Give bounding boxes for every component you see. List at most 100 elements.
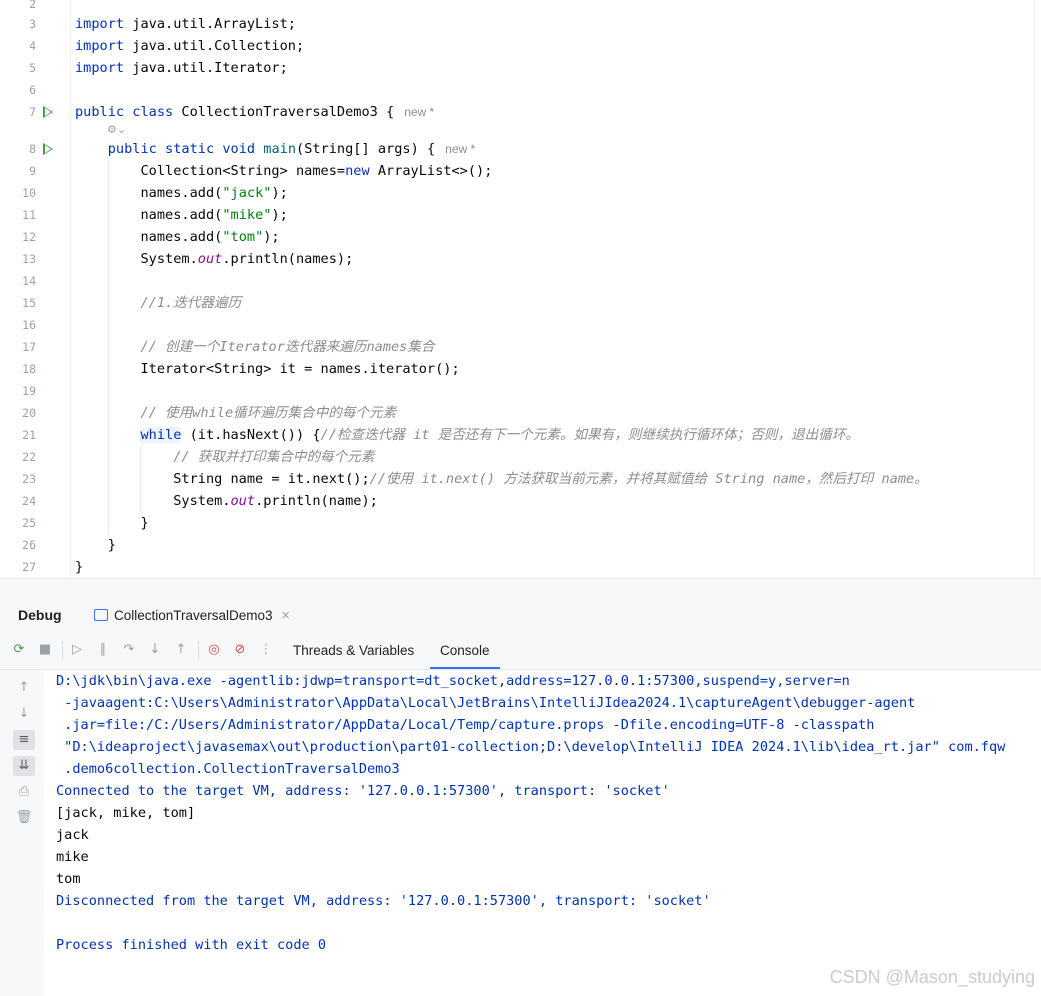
code-line[interactable]: // 获取并打印集合中的每个元素 — [75, 446, 375, 468]
inlay-hint-new: new * — [404, 105, 435, 119]
run-main-icon[interactable] — [43, 143, 53, 155]
rerun-icon[interactable]: ⟳ — [10, 641, 28, 659]
resume-icon[interactable]: ▷ — [68, 641, 86, 659]
right-margin-rule — [1034, 0, 1035, 578]
line-number: 19 — [22, 384, 36, 398]
console-line: .jar=file:/C:/Users/Administrator/AppDat… — [56, 717, 875, 733]
code-line[interactable]: public static void main(String[] args) {… — [75, 138, 475, 160]
debug-tool-window-header: Debug CollectionTraversalDemo3 × — [0, 578, 1041, 633]
code-comment: // 使用while循环遍历集合中的每个元素 — [140, 405, 397, 421]
code-comment: // 创建一个Iterator迭代器来遍历names集合 — [140, 339, 435, 355]
code-comment: //1.迭代器遍历 — [140, 295, 242, 311]
console-output[interactable]: D:\jdk\bin\java.exe -agentlib:jdwp=trans… — [44, 670, 1041, 996]
code-line[interactable]: } — [75, 534, 116, 556]
tab-console[interactable]: Console — [430, 631, 500, 669]
line-number: 20 — [22, 406, 36, 420]
more-icon[interactable]: ⋮ — [257, 641, 275, 659]
close-icon[interactable]: × — [281, 608, 291, 622]
line-number: 13 — [22, 252, 36, 266]
arrow-down-icon[interactable]: ↓ — [13, 704, 35, 724]
inlay-hint-new: new * — [445, 142, 476, 156]
console-line: Disconnected from the target VM, address… — [56, 893, 711, 909]
string-literal: "mike" — [222, 207, 272, 223]
code-line[interactable]: names.add("mike"); — [75, 204, 287, 226]
toolbar-separator — [62, 641, 63, 659]
string-literal: "jack" — [222, 185, 272, 201]
arrow-up-icon[interactable]: ↑ — [13, 678, 35, 698]
console-line: jack — [56, 827, 89, 843]
code-comment: // 获取并打印集合中的每个元素 — [173, 449, 375, 465]
line-number: 23 — [22, 472, 36, 486]
line-number: 26 — [22, 538, 36, 552]
code-line[interactable]: } — [75, 556, 83, 578]
console-line: Connected to the target VM, address: '12… — [56, 783, 670, 799]
code-line[interactable]: names.add("tom"); — [75, 226, 279, 248]
soft-wrap-icon[interactable]: ≡ — [13, 730, 35, 750]
line-number: 27 — [22, 560, 36, 574]
code-line[interactable]: // 创建一个Iterator迭代器来遍历names集合 — [75, 336, 435, 358]
pause-icon[interactable]: ∥ — [94, 641, 112, 659]
line-number: 5 — [29, 61, 36, 75]
line-number: 7 — [29, 105, 36, 119]
stop-icon[interactable]: ■ — [36, 641, 54, 659]
code-line[interactable]: System.out.println(names); — [75, 248, 353, 270]
view-breakpoints-icon[interactable]: ◎ — [205, 641, 223, 659]
line-number: 12 — [22, 230, 36, 244]
debug-session-tab[interactable]: CollectionTraversalDemo3 × — [86, 599, 299, 633]
step-over-icon[interactable]: ↷ — [120, 641, 138, 659]
line-number: 16 — [22, 318, 36, 332]
window-icon — [94, 609, 108, 621]
console-line: .demo6collection.CollectionTraversalDemo… — [56, 761, 400, 777]
line-number: 3 — [29, 17, 36, 31]
code-line[interactable]: //1.迭代器遍历 — [75, 292, 241, 314]
console-line: -javaagent:C:\Users\Administrator\AppDat… — [56, 695, 916, 711]
mute-breakpoints-icon[interactable]: ⊘ — [231, 641, 249, 659]
console-line: Process finished with exit code 0 — [56, 937, 327, 953]
code-line[interactable]: } — [75, 512, 148, 534]
code-line[interactable]: import java.util.Collection; — [75, 35, 304, 57]
line-number: 18 — [22, 362, 36, 376]
watermark: CSDN @Mason_studying — [829, 967, 1035, 987]
line-number: 25 — [22, 516, 36, 530]
code-line[interactable]: while (it.hasNext()) {//检查迭代器 it 是否还有下一个… — [75, 424, 859, 446]
line-number: 8 — [29, 142, 36, 156]
console-line: D:\jdk\bin\java.exe -agentlib:jdwp=trans… — [56, 673, 850, 689]
print-icon[interactable]: ⎙ — [13, 782, 35, 802]
run-class-icon[interactable] — [43, 106, 53, 118]
scroll-to-end-icon[interactable]: ⇊ — [13, 756, 35, 776]
code-line[interactable]: names.add("jack"); — [75, 182, 287, 204]
session-tab-label: CollectionTraversalDemo3 — [114, 607, 273, 623]
toolbar-separator — [198, 641, 199, 659]
line-number: 10 — [22, 186, 36, 200]
step-out-icon[interactable]: ↑ — [172, 641, 190, 659]
line-number: 6 — [29, 83, 36, 97]
code-line[interactable]: import java.util.Iterator; — [75, 57, 288, 79]
code-line[interactable]: String name = it.next();//使用 it.next() 方… — [75, 468, 928, 490]
trash-icon[interactable]: 🗑 — [13, 808, 35, 828]
code-editor[interactable]: 2 3 4 5 6 7 8 9 10 11 12 13 14 15 16 17 … — [0, 0, 1041, 578]
code-line[interactable]: System.out.println(name); — [75, 490, 378, 512]
code-line[interactable]: // 使用while循环遍历集合中的每个元素 — [75, 402, 396, 424]
line-number: 4 — [29, 39, 36, 53]
code-line[interactable]: Iterator<String> it = names.iterator(); — [75, 358, 459, 380]
line-number: 14 — [22, 274, 36, 288]
line-number: 21 — [22, 428, 36, 442]
line-number: 17 — [22, 340, 36, 354]
fold-hint-icon[interactable]: ⚙⌄ — [107, 123, 126, 136]
code-comment: //检查迭代器 it 是否还有下一个元素。如果有，则继续执行循环体；否则，退出循… — [320, 427, 860, 443]
line-number: 22 — [22, 450, 36, 464]
debug-title: Debug — [18, 607, 62, 623]
code-line[interactable]: import java.util.ArrayList; — [75, 13, 296, 35]
code-line[interactable]: Collection<String> names=new ArrayList<>… — [75, 160, 492, 182]
tab-threads-variables[interactable]: Threads & Variables — [283, 631, 424, 667]
string-literal: "tom" — [222, 229, 264, 245]
step-into-icon[interactable]: ↓ — [146, 641, 164, 659]
console-line: [jack, mike, tom] — [56, 805, 196, 821]
debug-toolbar: ⟳ ■ ▷ ∥ ↷ ↓ ↑ ◎ ⊘ ⋮ Threads & Variables … — [0, 631, 1041, 670]
code-line[interactable]: public class CollectionTraversalDemo3 {n… — [75, 101, 434, 123]
line-number: 15 — [22, 296, 36, 310]
console-line: tom — [56, 871, 81, 887]
gutter-separator — [70, 0, 71, 578]
console-side-toolbar: ↑ ↓ ≡ ⇊ ⎙ 🗑 — [0, 670, 45, 996]
line-number: 11 — [22, 208, 36, 222]
